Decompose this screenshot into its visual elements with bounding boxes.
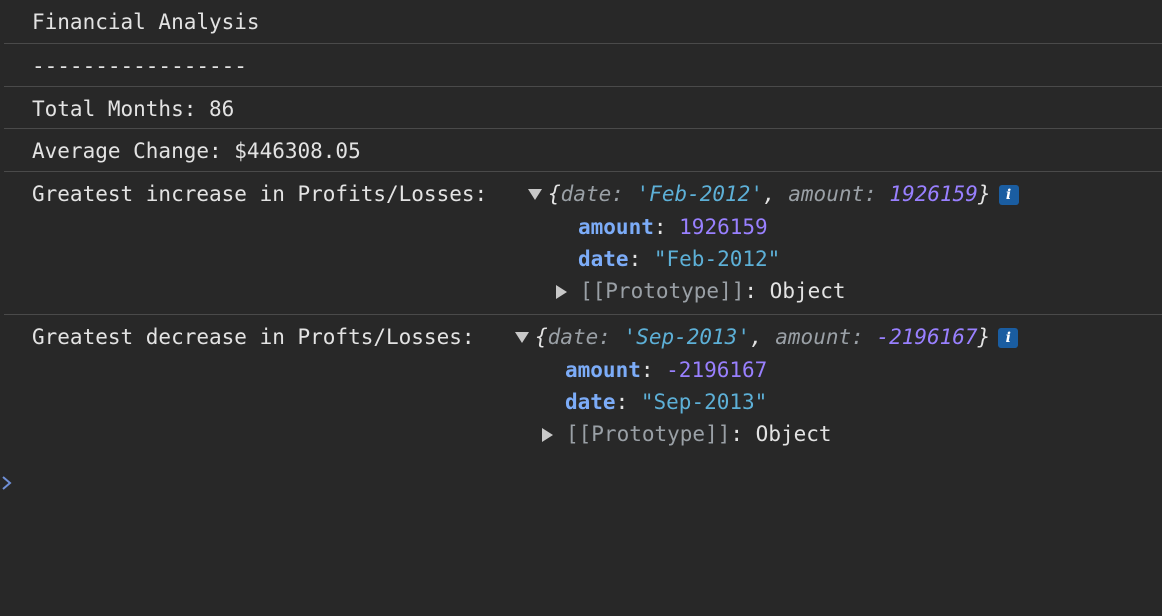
object-property: date: "Feb-2012" <box>578 247 781 271</box>
log-text: ----------------- <box>32 54 247 78</box>
log-label: Greatest increase in Profits/Losses: <box>32 182 488 206</box>
chevron-right-icon[interactable] <box>0 473 14 493</box>
console-message: Total Months: 86 <box>4 87 1162 129</box>
triangle-down-icon[interactable] <box>515 332 529 343</box>
info-icon[interactable]: i <box>998 328 1019 348</box>
log-text: Total Months: 86 <box>32 97 235 121</box>
log-text: Financial Analysis <box>32 10 260 34</box>
triangle-right-icon[interactable] <box>542 428 553 442</box>
triangle-down-icon[interactable] <box>528 189 542 200</box>
preview-string: 'Sep-2013' <box>623 325 750 349</box>
console-message: Average Change: $446308.05 <box>4 129 1162 172</box>
object-property: amount: -2196167 <box>565 358 768 382</box>
console-message-decrease: Greatest decrease in Profts/Losses: {dat… <box>4 315 1162 465</box>
property-key: [[Prototype]] <box>566 422 731 446</box>
preview-key: amount <box>775 325 852 349</box>
preview-key: amount <box>788 182 865 206</box>
property-value: Object <box>755 422 832 446</box>
console-message: Financial Analysis <box>4 0 1162 44</box>
property-string: "Sep-2013" <box>640 390 768 414</box>
object-preview[interactable]: {date: 'Feb-2012', amount: 1926159} i <box>528 182 1019 206</box>
property-value: Object <box>769 279 846 303</box>
property-key: amount <box>565 358 641 382</box>
info-icon[interactable]: i <box>998 185 1019 205</box>
object-property: date: "Sep-2013" <box>565 390 768 414</box>
preview-number: 1926159 <box>889 182 978 206</box>
console-output: Financial Analysis ----------------- Tot… <box>0 0 1162 465</box>
property-number: -2196167 <box>666 358 768 382</box>
property-key: date <box>578 247 629 271</box>
console-message-increase: Greatest increase in Profits/Losses: {da… <box>4 172 1162 315</box>
property-string: "Feb-2012" <box>653 247 781 271</box>
console-message: ----------------- <box>4 44 1162 87</box>
triangle-right-icon[interactable] <box>556 285 567 299</box>
object-preview[interactable]: {date: 'Sep-2013', amount: -2196167} i <box>515 325 1019 349</box>
preview-key: date <box>547 325 599 349</box>
preview-number: -2196167 <box>876 325 978 349</box>
object-property: amount: 1926159 <box>578 215 768 239</box>
log-label: Greatest decrease in Profts/Losses: <box>32 325 475 349</box>
prototype-property[interactable]: [[Prototype]]: Object <box>566 422 832 446</box>
prototype-property[interactable]: [[Prototype]]: Object <box>580 279 846 303</box>
property-number: 1926159 <box>679 215 768 239</box>
preview-string: 'Feb-2012' <box>636 182 763 206</box>
preview-key: date <box>560 182 612 206</box>
property-key: date <box>565 390 616 414</box>
property-key: amount <box>578 215 654 239</box>
log-text: Average Change: $446308.05 <box>32 139 361 163</box>
property-key: [[Prototype]] <box>580 279 745 303</box>
